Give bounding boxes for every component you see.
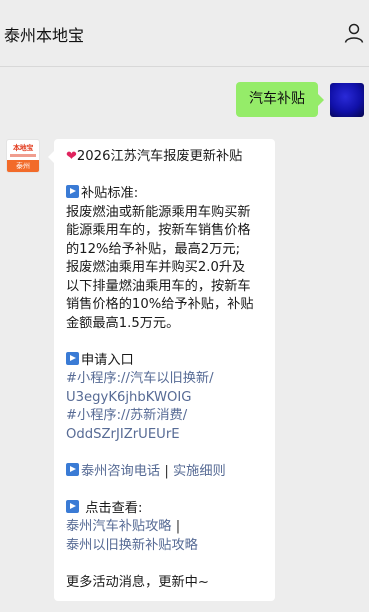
apply-heading: 申请入口: [81, 352, 134, 368]
reply-message-bubble: ❤2026江苏汽车报废更新补贴 补贴标准: 报废燃油或新能源乘用车购买新 能源乘…: [48, 139, 275, 601]
account-avatar[interactable]: 本地宝 泰州: [6, 139, 40, 173]
consult-line: 泰州咨询电话 | 实施细则: [66, 462, 267, 482]
person-icon[interactable]: [343, 22, 365, 44]
mini-program-link[interactable]: U3egyK6jhbKWOIG: [66, 389, 267, 408]
avatar-city: 泰州: [7, 160, 39, 172]
heart-icon: ❤: [66, 149, 77, 164]
subsidy-line: 销售价格的10%给予补贴，补贴: [66, 297, 254, 312]
subsidy-line: 金额最高1.5万元。: [66, 315, 180, 331]
sent-message-row: 汽车补贴: [236, 82, 364, 117]
reply-title: 2026江苏汽车报废更新补贴: [76, 149, 243, 164]
subsidy-heading-line: 补贴标准:: [66, 185, 267, 204]
subsidy-line: 报废燃油乘用车并购买2.0升及: [66, 260, 246, 275]
separator: |: [175, 519, 181, 534]
play-icon: [66, 462, 79, 476]
reply-title-line: ❤2026江苏汽车报废更新补贴: [66, 148, 267, 167]
top-bar: 泰州本地宝: [0, 0, 369, 67]
trade-in-guide-link[interactable]: 泰州以旧换新补贴攻略: [66, 537, 267, 556]
view-heading-line: 点击查看:: [66, 499, 267, 519]
subsidy-line: 报废燃油或新能源乘用车购买新: [66, 204, 251, 220]
separator: |: [164, 463, 169, 479]
implementation-rules-link[interactable]: 实施细则: [173, 464, 226, 479]
car-subsidy-guide-link[interactable]: 泰州汽车补贴攻略: [66, 519, 172, 534]
play-icon: [66, 185, 79, 198]
subsidy-line: 的12%给予补贴，最高2万元;: [66, 241, 241, 257]
view-heading: 点击查看:: [85, 500, 143, 516]
sent-message-bubble[interactable]: 汽车补贴: [236, 82, 324, 117]
subsidy-line: 以下排量燃油乘用车的，按新车: [66, 278, 251, 294]
view-links-line: 泰州汽车补贴攻略 |: [66, 518, 267, 537]
footer-text: 更多活动消息，更新中~: [66, 574, 209, 590]
subsidy-line: 能源乘用车的，按新车销售价格: [66, 223, 251, 238]
subsidy-heading: 补贴标准:: [81, 186, 139, 201]
chat-title: 泰州本地宝: [4, 26, 85, 45]
mini-program-link[interactable]: OddSZrJIZrUEUrE: [66, 426, 267, 445]
user-avatar[interactable]: [330, 82, 364, 117]
apply-heading-line: 申请入口: [66, 351, 267, 371]
mini-program-link[interactable]: #小程序://汽车以旧换新/: [66, 370, 267, 389]
play-icon: [66, 351, 79, 365]
avatar-brand: 本地宝: [12, 144, 34, 152]
avatar-stripe: [10, 154, 36, 157]
mini-program-link[interactable]: #小程序://苏新消费/: [66, 407, 267, 426]
consult-phone-link[interactable]: 泰州咨询电话: [81, 464, 160, 479]
play-icon: [66, 499, 79, 513]
